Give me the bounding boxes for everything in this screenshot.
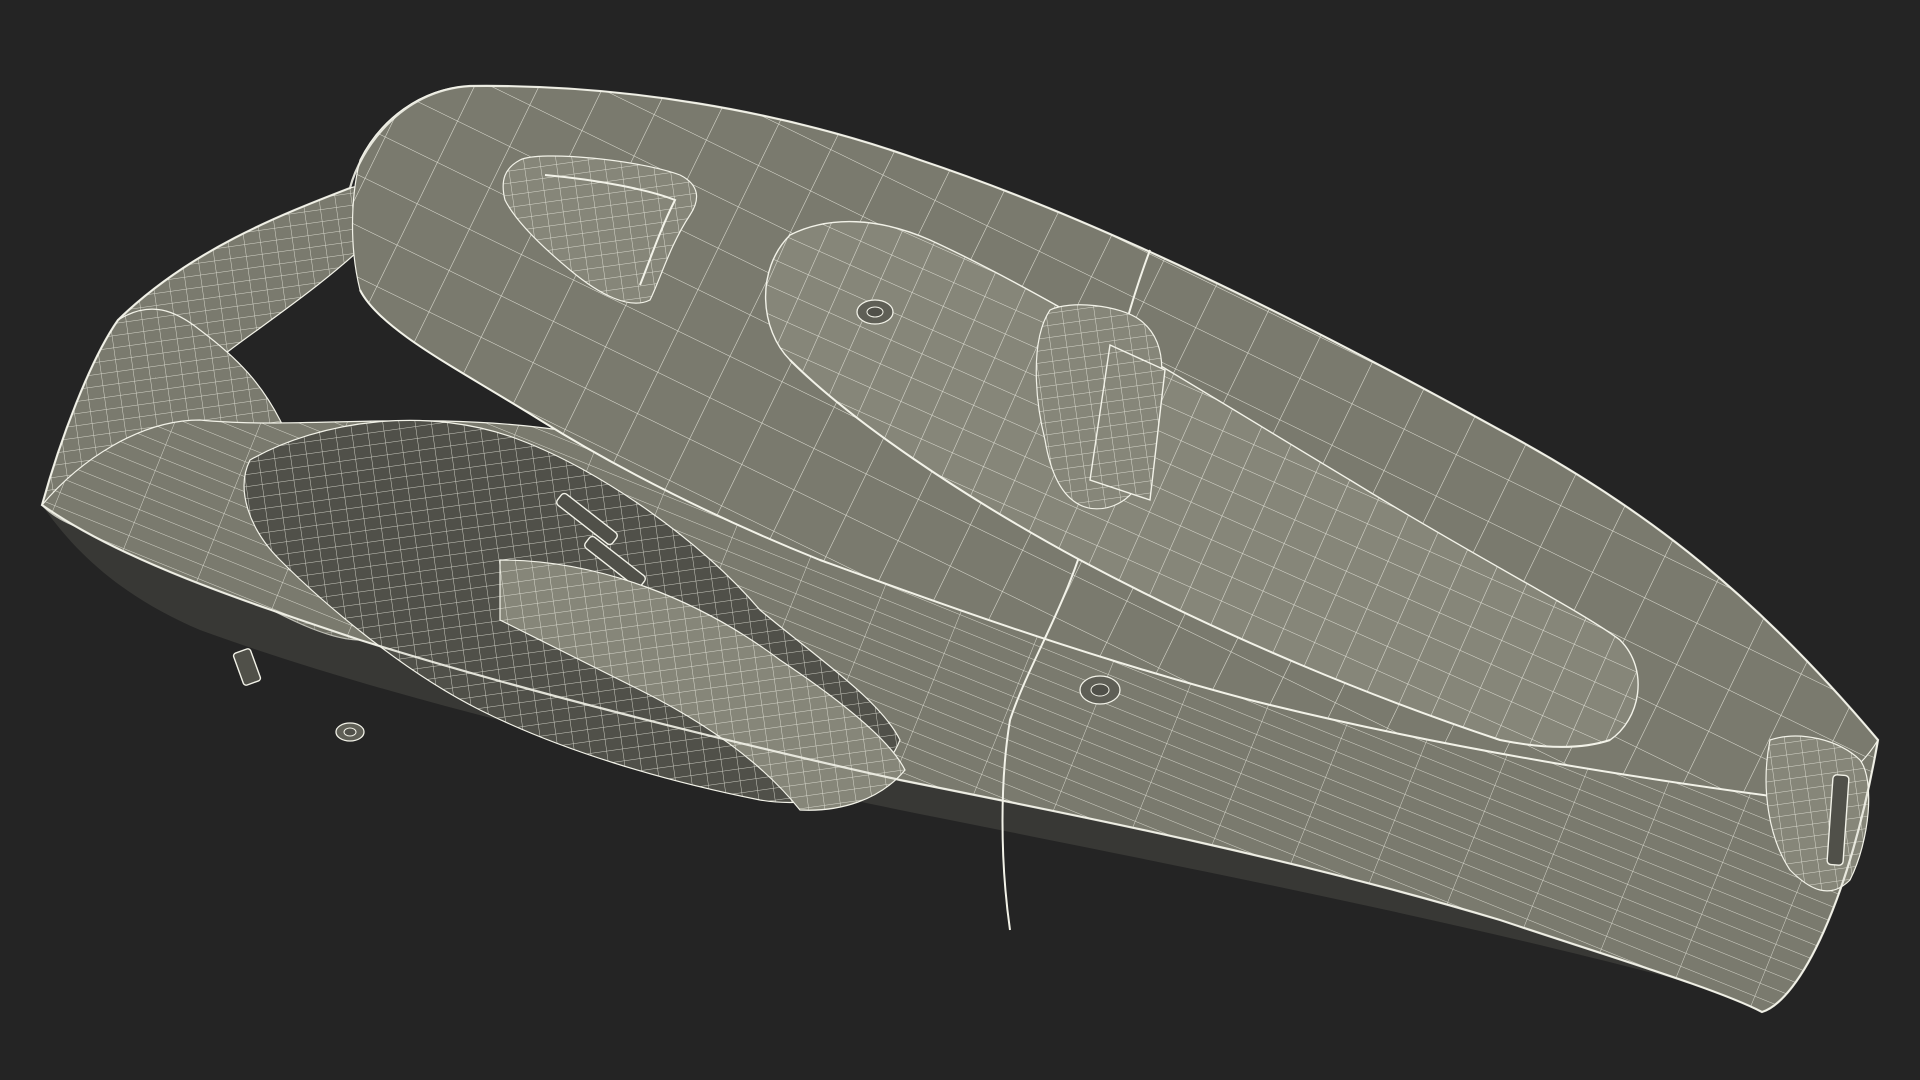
power-button — [1035, 304, 1166, 510]
wireframe-render — [0, 0, 1920, 1080]
screw-hole-pad-inner — [866, 306, 884, 318]
render-viewport — [0, 0, 1920, 1080]
front-screw — [1079, 675, 1121, 705]
